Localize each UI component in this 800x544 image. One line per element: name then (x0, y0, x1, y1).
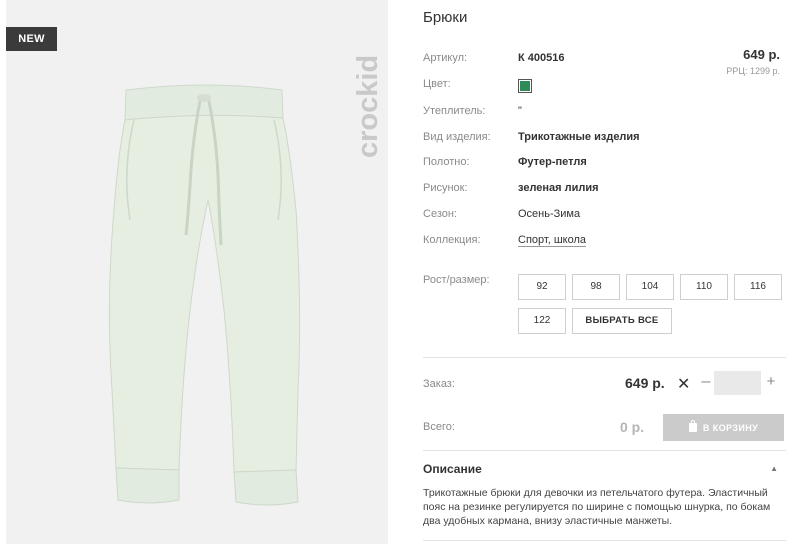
size-option-110[interactable]: 110 (680, 274, 728, 300)
total-label: Всего: (423, 421, 455, 433)
divider (423, 450, 786, 451)
shopping-bag-icon (688, 420, 697, 432)
attr-label-collection: Коллекция: (423, 234, 481, 246)
attr-label-insulation: Утеплитель: (423, 105, 486, 117)
color-swatch[interactable] (518, 79, 532, 93)
total-value: 0 р. (620, 419, 645, 435)
size-option-98[interactable]: 98 (572, 274, 620, 300)
attr-label-color: Цвет: (423, 78, 451, 90)
description-text: Трикотажные брюки для девочки из петельч… (423, 487, 771, 527)
size-option-122[interactable]: 122 (518, 308, 566, 334)
select-all-sizes-button[interactable]: ВЫБРАТЬ ВСЕ (572, 308, 672, 334)
product-image-panel: NEW crockid (6, 0, 388, 544)
size-option-104[interactable]: 104 (626, 274, 674, 300)
description-title[interactable]: Описание (423, 462, 482, 476)
attr-label-fabric: Полотно: (423, 156, 470, 168)
attr-value-article: К 400516 (518, 52, 565, 64)
new-badge: NEW (6, 27, 57, 51)
color-swatch-fill (520, 81, 530, 91)
product-photo (108, 84, 301, 506)
size-option-116[interactable]: 116 (734, 274, 782, 300)
attr-label-pattern: Рисунок: (423, 182, 468, 194)
product-title: Брюки (423, 9, 468, 26)
attr-value-item-type: Трикотажные изделия (518, 131, 640, 143)
quantity-decrease-button[interactable]: – (699, 371, 713, 393)
add-to-cart-label: В КОРЗИНУ (702, 422, 759, 433)
attr-value-pattern: зеленая лилия (518, 182, 599, 194)
attr-value-insulation: " (518, 105, 522, 117)
add-to-cart-button[interactable]: В КОРЗИНУ (663, 414, 784, 441)
attr-value-fabric: Футер-петля (518, 156, 587, 168)
attr-value-season: Осень-Зима (518, 208, 581, 220)
divider (423, 357, 786, 358)
quantity-input[interactable] (714, 371, 761, 395)
attr-label-item-type: Вид изделия: (423, 131, 491, 143)
attr-label-season: Сезон: (423, 208, 457, 220)
attr-label-article: Артикул: (423, 52, 468, 64)
recommended-retail-price: РРЦ: 1299 р. (726, 66, 780, 76)
divider (423, 540, 786, 541)
order-label: Заказ: (423, 378, 455, 390)
quantity-increase-button[interactable]: + (764, 371, 778, 393)
product-price: 649 р. (743, 47, 780, 62)
brand-logo: crockid (352, 55, 384, 158)
product-info-panel: Брюки 649 р. РРЦ: 1299 р. Артикул: К 400… (423, 0, 788, 544)
times-icon: ✕ (677, 376, 691, 393)
collapse-arrow-icon[interactable]: ▲ (770, 464, 778, 473)
collection-link[interactable]: Спорт, школа (518, 234, 586, 246)
order-price: 649 р. (625, 375, 665, 391)
size-option-92[interactable]: 92 (518, 274, 566, 300)
size-label: Рост/размер: (423, 274, 490, 286)
brand-logo-text: crockid (352, 55, 384, 158)
